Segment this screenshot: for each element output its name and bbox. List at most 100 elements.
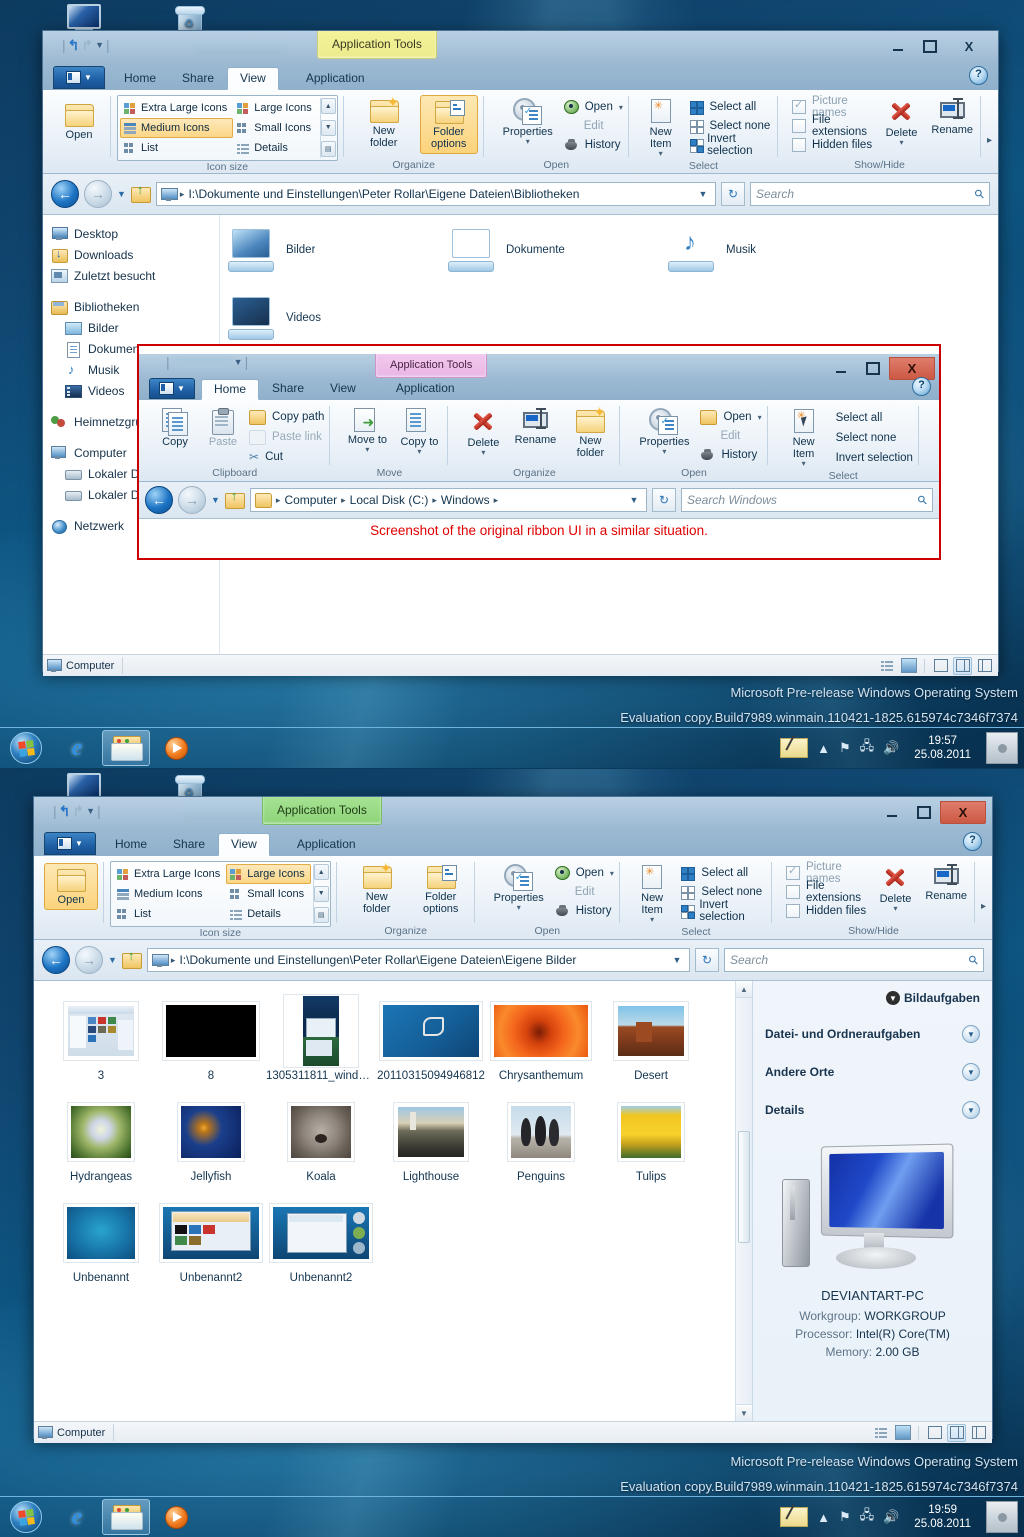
properties-button-bottom[interactable]: Properties ▾: [489, 861, 549, 914]
checkbox-icon[interactable]: [785, 864, 800, 880]
inset-history-item[interactable]: History: [700, 446, 761, 464]
thumbnail-view-button-top[interactable]: [899, 657, 918, 675]
gallery-item-small-icons-top[interactable]: Small Icons: [233, 118, 317, 138]
new-item-button-bottom[interactable]: ✳ New Item ▾: [632, 861, 673, 926]
new-item-button-top[interactable]: ✳ New Item ▾: [641, 95, 681, 160]
chevron-down-icon[interactable]: ▾: [517, 904, 521, 912]
file-item-unbenannt2-b[interactable]: Unbenannt2: [266, 1197, 376, 1284]
gallery-item-details-top[interactable]: Details: [233, 138, 317, 158]
action-center-flag-icon[interactable]: ⚑: [839, 1509, 851, 1525]
gallery-item-details-bottom[interactable]: Details: [226, 904, 310, 924]
file-pane-scrollbar-bottom[interactable]: ▲ ▼: [735, 981, 752, 1421]
file-item-desert[interactable]: Desert: [596, 995, 706, 1082]
inset-up-button[interactable]: ↑: [224, 489, 245, 510]
rename-button-top[interactable]: Rename: [929, 95, 975, 139]
forward-button-bottom[interactable]: →: [75, 946, 103, 974]
show-hidden-icons-icon[interactable]: ▲: [817, 1510, 830, 1525]
gallery-scrollbar-bottom[interactable]: ▲ ▼ ▤: [312, 864, 329, 924]
address-dropdown-icon-bottom[interactable]: ▼: [669, 955, 685, 965]
inset-paste-button[interactable]: Paste: [201, 405, 245, 451]
open-button-bottom[interactable]: Open: [44, 863, 98, 910]
invert-selection-item-bottom[interactable]: Invert selection: [680, 899, 766, 923]
taskbar-button-internet-explorer-bottom[interactable]: e: [54, 1500, 100, 1534]
gallery-item-medium-icons-bottom[interactable]: Medium Icons: [113, 884, 226, 904]
right-pane-section-details[interactable]: Details ▼: [765, 1101, 980, 1119]
inset-open-item[interactable]: Open ▾: [700, 408, 762, 426]
inset-move-to-button[interactable]: ➜ Move to ▾: [344, 405, 390, 456]
gallery-scroll-up-icon[interactable]: ▲: [313, 864, 329, 880]
gallery-expand-icon[interactable]: ▤: [313, 907, 329, 923]
history-menu-item-top[interactable]: History: [564, 136, 623, 154]
inset-select-none-item[interactable]: Select none: [836, 429, 913, 447]
scroll-down-icon[interactable]: ▼: [736, 1404, 752, 1421]
gallery-item-small-icons-bottom[interactable]: Small Icons: [226, 884, 310, 904]
file-item-bilder[interactable]: Bilder: [226, 227, 446, 273]
refresh-button-top[interactable]: ↻: [721, 182, 745, 206]
delete-button-bottom[interactable]: Delete ▾: [878, 861, 914, 915]
taskbar-button-internet-explorer-top[interactable]: e: [54, 731, 100, 765]
chevron-down-icon[interactable]: ▾: [899, 139, 903, 147]
tab-home-bottom[interactable]: Home: [102, 833, 160, 855]
inset-back-button[interactable]: ←: [145, 486, 173, 514]
history-menu-item-bottom[interactable]: History: [555, 902, 614, 920]
chevron-down-icon[interactable]: ▾: [662, 448, 666, 456]
nav-item-desktop[interactable]: Desktop: [51, 223, 219, 244]
user-avatar-top[interactable]: [986, 732, 1018, 764]
pane-layout-2-bottom[interactable]: [947, 1423, 966, 1442]
recent-locations-icon-bottom[interactable]: ▼: [108, 955, 117, 965]
scroll-up-icon[interactable]: ▲: [736, 981, 752, 998]
inset-properties-button[interactable]: Properties ▾: [634, 405, 694, 458]
help-icon-top[interactable]: ?: [969, 66, 988, 85]
maximize-button-top[interactable]: [914, 35, 946, 58]
titlebar-top[interactable]: | ↰ ↱ ▼ | Application Tools X: [43, 31, 998, 64]
inset-recent-locations-icon[interactable]: ▼: [211, 495, 220, 505]
invert-selection-item-top[interactable]: Invert selection: [689, 133, 772, 157]
properties-button-top[interactable]: Properties ▾: [498, 95, 558, 148]
address-field-top[interactable]: ▸ I:\Dokumente und Einstellungen\Peter R…: [155, 182, 716, 206]
quick-access-toolbar-bottom[interactable]: | ↰ ↱ ▼ |: [48, 803, 106, 819]
pane-layout-1-bottom[interactable]: [925, 1424, 944, 1442]
clock-bottom[interactable]: 19:59 25.08.2011: [908, 1503, 977, 1531]
close-button-top[interactable]: X: [946, 35, 992, 58]
chevron-down-icon[interactable]: ▾: [758, 413, 762, 422]
window-buttons-top[interactable]: X: [882, 35, 992, 58]
back-button-bottom[interactable]: ←: [42, 946, 70, 974]
gallery-item-extra-large-icons-bottom[interactable]: Extra Large Icons: [113, 864, 226, 884]
qat-dropdown-icon[interactable]: ▼: [86, 806, 95, 816]
window-buttons-bottom[interactable]: X: [876, 801, 986, 824]
ribbon-overflow-top[interactable]: ▸: [981, 93, 998, 173]
gallery-item-list-bottom[interactable]: List: [113, 904, 226, 924]
pane-layout-1-top[interactable]: [931, 657, 950, 675]
inset-tab-application[interactable]: Application: [383, 378, 468, 399]
right-pane-section-datei-ordneraufgaben[interactable]: Datei- und Ordneraufgaben ▼: [765, 1025, 980, 1043]
chevron-down-icon[interactable]: ▾: [802, 460, 806, 468]
inset-breadcrumb-1[interactable]: Local Disk (C:): [350, 493, 429, 507]
taskbar-top[interactable]: e ▲ ⚑ 🖧 🔊 19:57 25.08.2011: [0, 727, 1024, 768]
minimize-button-bottom[interactable]: [876, 801, 908, 824]
redo-icon[interactable]: ↱: [72, 804, 84, 818]
address-dropdown-icon-top[interactable]: ▼: [695, 189, 711, 199]
maximize-button-bottom[interactable]: [908, 801, 940, 824]
taskbar-button-media-player-top[interactable]: [152, 731, 198, 765]
gallery-item-list-top[interactable]: List: [120, 138, 233, 158]
tab-share-bottom[interactable]: Share: [160, 833, 218, 855]
contextual-tab-application-tools-top[interactable]: Application Tools: [317, 31, 437, 59]
folder-options-button-top[interactable]: Folder options: [419, 95, 478, 154]
tab-home-top[interactable]: Home: [111, 67, 169, 89]
inset-tab-home[interactable]: Home: [201, 379, 260, 400]
chevron-down-icon[interactable]: ▾: [650, 916, 654, 924]
icon-size-gallery-top[interactable]: Extra Large Icons Medium Icons List Larg…: [117, 95, 338, 161]
titlebar-bottom[interactable]: | ↰ ↱ ▼ | Application Tools X: [34, 797, 992, 830]
scrollbar-thumb[interactable]: [738, 1131, 750, 1243]
file-item-dokumente[interactable]: Dokumente: [446, 227, 666, 273]
system-tray-bottom[interactable]: ▲ ⚑ 🖧 🔊 19:59 25.08.2011: [780, 1501, 1024, 1533]
icon-size-gallery-bottom[interactable]: Extra Large Icons Medium Icons List Larg…: [110, 861, 331, 927]
status-right-top[interactable]: [877, 656, 994, 675]
open-button-top[interactable]: Open: [53, 99, 105, 144]
chevron-down-icon[interactable]: ▼: [962, 1101, 980, 1119]
inset-help-icon[interactable]: ?: [912, 377, 931, 396]
gallery-item-medium-icons-top[interactable]: Medium Icons: [120, 118, 234, 138]
tab-application-bottom[interactable]: Application: [284, 833, 369, 855]
clock-top[interactable]: 19:57 25.08.2011: [908, 734, 977, 762]
action-center-flag-icon[interactable]: ⚑: [839, 740, 851, 756]
